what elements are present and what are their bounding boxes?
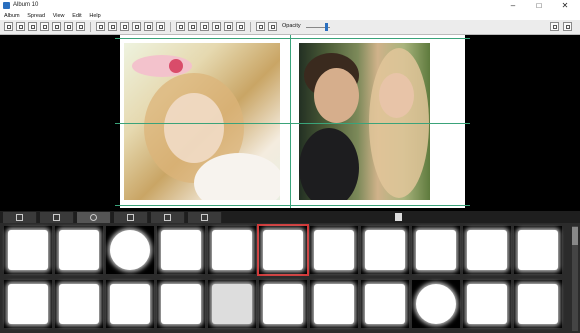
align-middle-icon[interactable] <box>144 22 153 31</box>
mask-item[interactable] <box>208 280 256 328</box>
rect-tool-icon[interactable] <box>28 22 37 31</box>
mask-item[interactable] <box>157 226 205 274</box>
guide-top <box>115 38 470 39</box>
mask-item[interactable] <box>55 226 103 274</box>
mask-item-selected[interactable] <box>257 224 309 276</box>
tab-no-mask[interactable] <box>151 212 185 223</box>
tab-images[interactable] <box>3 212 37 223</box>
fit-icon[interactable] <box>224 22 233 31</box>
flip-vertical-icon[interactable] <box>200 22 209 31</box>
image-tool-icon[interactable] <box>52 22 61 31</box>
text-tool-icon[interactable] <box>16 22 25 31</box>
mask-item[interactable] <box>208 226 256 274</box>
close-button[interactable]: ✕ <box>552 0 578 12</box>
menu-bar: Album Spread View Edit Help <box>0 12 580 20</box>
opacity-slider-thumb[interactable] <box>325 23 328 31</box>
library-tabs <box>0 211 580 223</box>
mask-item[interactable] <box>259 280 307 328</box>
distribute-icon[interactable] <box>176 22 185 31</box>
mask-item[interactable] <box>412 226 460 274</box>
tab-pages[interactable] <box>40 212 74 223</box>
app-icon <box>3 2 10 9</box>
guide-spine <box>290 35 291 208</box>
menu-edit[interactable]: Edit <box>72 12 81 20</box>
mask-scrollbar-thumb[interactable] <box>572 227 578 245</box>
menu-spread[interactable]: Spread <box>27 12 45 20</box>
guide-bottom <box>115 205 470 206</box>
mask-item[interactable] <box>514 280 562 328</box>
mask-item[interactable] <box>412 280 460 328</box>
library-panel <box>0 211 580 333</box>
frame-tool-icon[interactable] <box>40 22 49 31</box>
mask-item[interactable] <box>310 226 358 274</box>
album-canvas[interactable] <box>0 35 580 211</box>
align-center-icon[interactable] <box>108 22 117 31</box>
menu-view[interactable]: View <box>53 12 65 20</box>
flip-horizontal-icon[interactable] <box>188 22 197 31</box>
zoom-tool-icon[interactable] <box>76 22 85 31</box>
mask-item[interactable] <box>4 280 52 328</box>
photo-bride[interactable] <box>124 43 280 200</box>
settings-icon[interactable] <box>563 22 572 31</box>
menu-help[interactable]: Help <box>89 12 100 20</box>
toolbar: Opacity <box>0 20 580 35</box>
align-left-icon[interactable] <box>96 22 105 31</box>
mask-item[interactable] <box>55 280 103 328</box>
crop-tool-icon[interactable] <box>64 22 73 31</box>
unlock-icon[interactable] <box>268 22 277 31</box>
trash-icon[interactable] <box>395 213 402 221</box>
mask-item[interactable] <box>514 226 562 274</box>
select-tool-icon[interactable] <box>4 22 13 31</box>
view-icon[interactable] <box>550 22 559 31</box>
mask-item[interactable] <box>106 226 154 274</box>
mask-item[interactable] <box>310 280 358 328</box>
guide-middle <box>115 123 470 124</box>
minimize-button[interactable]: – <box>500 0 526 12</box>
mask-item[interactable] <box>361 280 409 328</box>
menu-album[interactable]: Album <box>4 12 20 20</box>
mask-item[interactable] <box>4 226 52 274</box>
lock-icon[interactable] <box>256 22 265 31</box>
mask-item[interactable] <box>106 280 154 328</box>
tab-textures[interactable] <box>114 212 148 223</box>
mask-item[interactable] <box>361 226 409 274</box>
fill-icon[interactable] <box>236 22 245 31</box>
mask-item[interactable] <box>157 280 205 328</box>
align-right-icon[interactable] <box>120 22 129 31</box>
resize-icon[interactable] <box>212 22 221 31</box>
opacity-label: Opacity <box>282 23 301 29</box>
align-bottom-icon[interactable] <box>156 22 165 31</box>
mask-item[interactable] <box>463 226 511 274</box>
mask-grid <box>4 224 570 331</box>
window-title: Album 10 <box>13 2 39 8</box>
photo-couple[interactable] <box>299 43 430 200</box>
align-top-icon[interactable] <box>132 22 141 31</box>
tab-layouts[interactable] <box>188 212 222 223</box>
mask-item[interactable] <box>463 280 511 328</box>
tab-masks[interactable] <box>77 212 111 223</box>
maximize-button[interactable]: □ <box>526 0 552 12</box>
